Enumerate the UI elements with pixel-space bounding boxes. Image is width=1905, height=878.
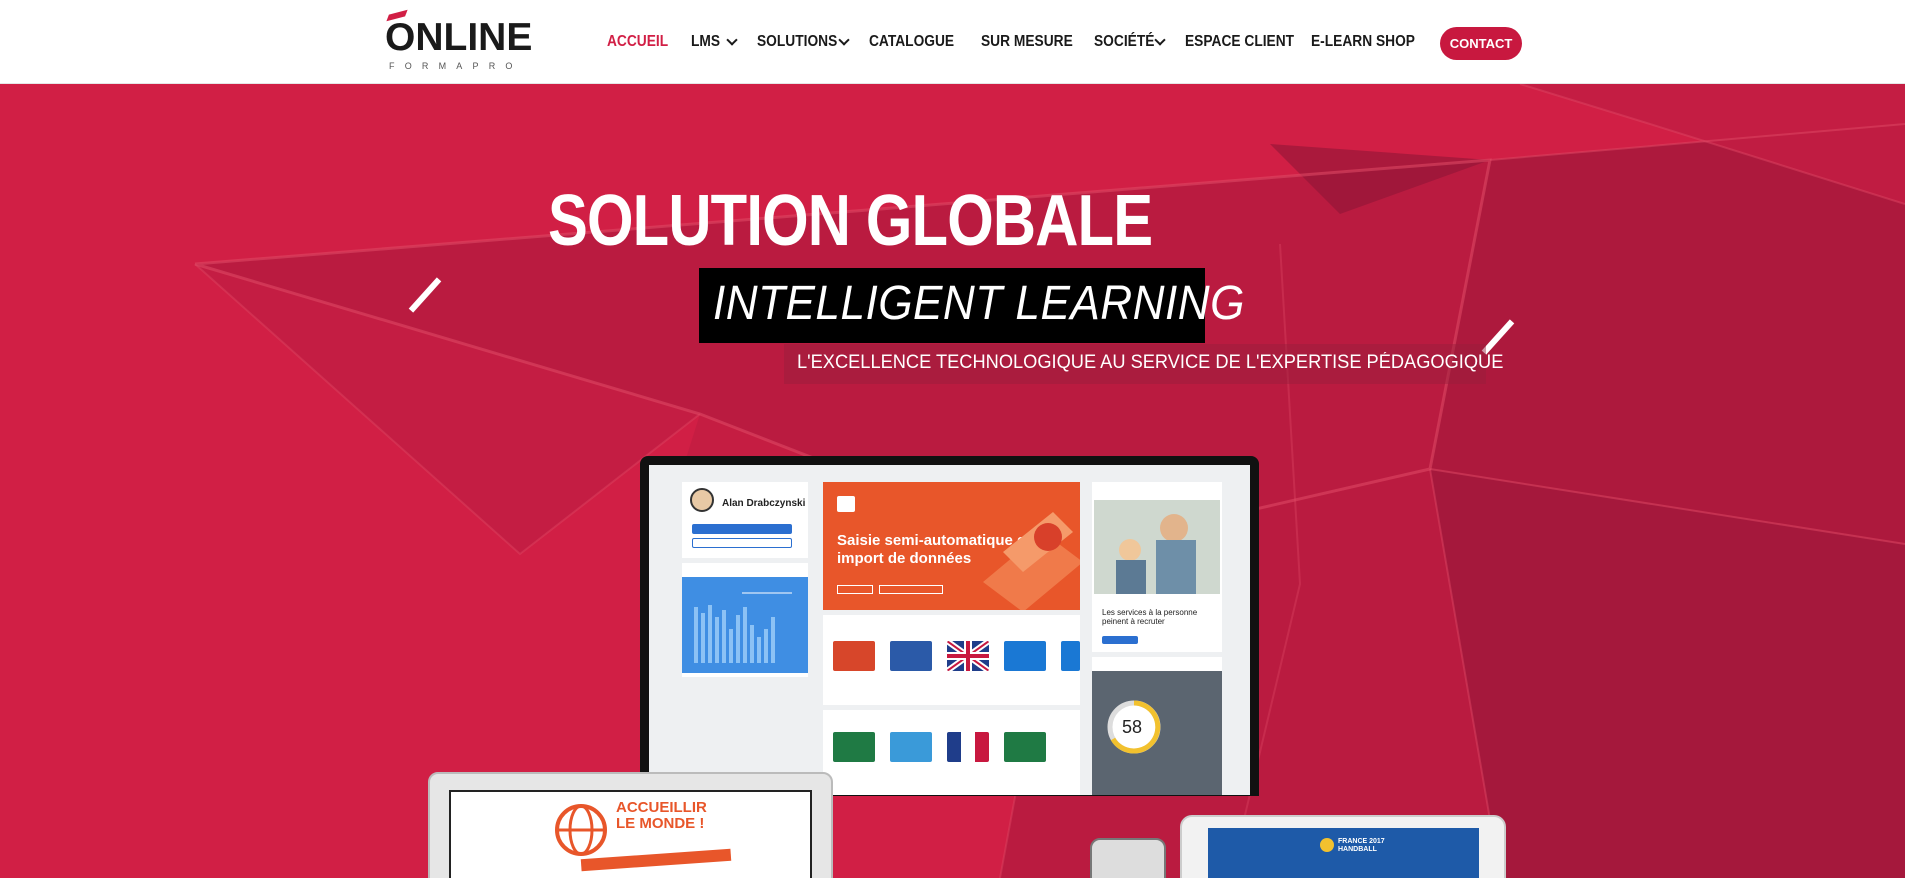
promo-button: [837, 585, 873, 594]
news-card: Les services à la personne peinent à rec…: [1092, 482, 1222, 652]
promo-button: [879, 585, 943, 594]
nav-item-solutions[interactable]: SOLUTIONS: [757, 31, 837, 53]
laptop-screen: ACCUEILLIR LE MONDE !: [449, 790, 812, 878]
news-button: [1102, 636, 1138, 644]
nav-item-societe[interactable]: SOCIÉTÉ: [1094, 31, 1154, 53]
powerpoint-icon: [837, 496, 855, 512]
uk-flag-icon: [947, 641, 989, 671]
logo-subtitle: FORMAPRO: [389, 61, 523, 71]
word-icon: [890, 641, 932, 671]
excel-icon: [1004, 732, 1046, 762]
stats-chart: [682, 577, 808, 673]
phone-mockup: [1090, 838, 1166, 878]
nav-item-catalogue[interactable]: CATALOGUE: [869, 31, 954, 53]
chevron-down-icon[interactable]: [838, 34, 850, 46]
site-header: ONLINE FORMAPRO ACCUEIL LMS SOLUTIONS CA…: [0, 0, 1905, 84]
lms-dashboard-screenshot: Alan Drabczynski Saisie semi-automatique…: [649, 465, 1250, 795]
nav-item-lms[interactable]: LMS: [691, 31, 720, 53]
activity-header: [1092, 657, 1222, 671]
profile-card: Alan Drabczynski: [682, 482, 808, 558]
evaluations-card: [823, 710, 1080, 795]
globe-icon: [555, 804, 607, 856]
nav-item-e-learn-shop[interactable]: E-LEARN SHOP: [1311, 31, 1415, 53]
internet-explorer-icon: [890, 732, 932, 762]
hero-tagline: L'EXCELLENCE TECHNOLOGIQUE AU SERVICE DE…: [797, 352, 1504, 373]
chevron-down-icon[interactable]: [1154, 34, 1166, 46]
logo-wordmark: ONLINE: [385, 16, 533, 59]
stats-card: [682, 563, 808, 677]
nav-item-accueil[interactable]: ACCUEIL: [607, 31, 668, 53]
progress-ring-value: 58: [1122, 717, 1143, 737]
profile-name: Alan Drabczynski: [722, 498, 806, 509]
profile-primary-button: [692, 524, 792, 534]
activity-card: 58: [1092, 657, 1222, 795]
nav-item-sur-mesure[interactable]: SUR MESURE: [981, 31, 1073, 53]
bar-graphic: [694, 592, 792, 663]
formations-card: [823, 615, 1080, 705]
avatar: [690, 488, 714, 512]
nav-item-espace-client[interactable]: ESPACE CLIENT: [1185, 31, 1294, 53]
windows-icon: [1004, 641, 1046, 671]
excel-icon: [833, 732, 875, 762]
hero-subtitle: INTELLIGENT LEARNING: [713, 277, 1245, 330]
laptop-headline: ACCUEILLIR LE MONDE !: [616, 799, 707, 832]
chevron-down-icon[interactable]: [726, 34, 738, 46]
france-flag-icon: [947, 732, 989, 762]
tablet-screen: FRANCE 2017 HANDBALL: [1208, 828, 1479, 878]
contact-button[interactable]: CONTACT: [1440, 27, 1522, 60]
promo-banner: Saisie semi-automatique et import de don…: [823, 482, 1080, 610]
windows-icon: [1061, 641, 1080, 671]
laptop-illustration: [983, 512, 1080, 610]
handball-icon: [1320, 838, 1334, 852]
logo[interactable]: ONLINE FORMAPRO: [383, 9, 533, 74]
tablet-label: FRANCE 2017 HANDBALL: [1338, 838, 1385, 853]
powerpoint-icon: [833, 641, 875, 671]
news-title: Les services à la personne peinent à rec…: [1102, 608, 1198, 626]
profile-secondary-button: [692, 538, 792, 548]
hero-title: SOLUTION GLOBALE: [548, 181, 1153, 261]
news-photo: [1094, 500, 1220, 594]
